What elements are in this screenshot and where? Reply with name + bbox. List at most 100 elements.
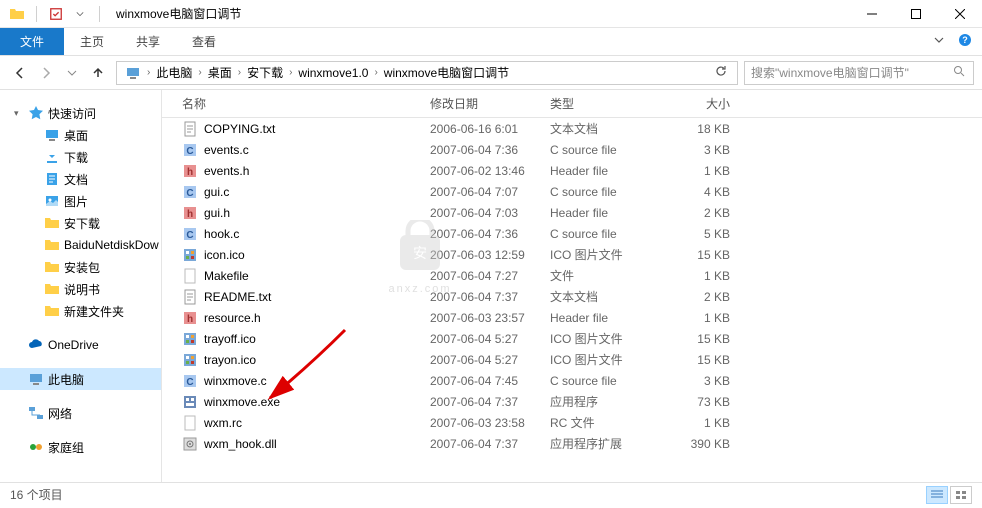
svg-text:C: C xyxy=(186,230,193,241)
file-icon xyxy=(182,394,198,410)
file-list-pane: 名称 修改日期 类型 大小 COPYING.txt 2006-06-16 6:0… xyxy=(162,90,982,482)
file-name: wxm.rc xyxy=(204,416,242,430)
sidebar-this-pc[interactable]: ▸ 此电脑 xyxy=(0,368,161,390)
file-row[interactable]: trayon.ico 2007-06-04 5:27 ICO 图片文件 15 K… xyxy=(162,349,982,370)
tab-home[interactable]: 主页 xyxy=(64,28,120,55)
file-type: ICO 图片文件 xyxy=(542,246,662,263)
view-large-icons-button[interactable] xyxy=(950,486,972,504)
minimize-button[interactable] xyxy=(850,0,894,28)
file-row[interactable]: hgui.h 2007-06-04 7:03 Header file 2 KB xyxy=(162,202,982,223)
sidebar-item-5[interactable]: BaiduNetdiskDow xyxy=(0,234,161,256)
close-button[interactable] xyxy=(938,0,982,28)
sidebar-item-6[interactable]: 安装包 xyxy=(0,256,161,278)
document-icon xyxy=(44,171,60,187)
breadcrumb[interactable]: › 此电脑› 桌面› 安下载› winxmove1.0› winxmove电脑窗… xyxy=(116,61,738,85)
star-icon xyxy=(28,105,44,121)
tab-view[interactable]: 查看 xyxy=(176,28,232,55)
sidebar-item-7[interactable]: 说明书 xyxy=(0,278,161,300)
file-name: COPYING.txt xyxy=(204,122,275,136)
sidebar-onedrive[interactable]: ▸ OneDrive xyxy=(0,334,161,356)
file-row[interactable]: Cevents.c 2007-06-04 7:36 C source file … xyxy=(162,139,982,160)
file-icon xyxy=(182,247,198,263)
file-name: trayon.ico xyxy=(204,353,256,367)
breadcrumb-seg-1[interactable]: 桌面 xyxy=(204,64,236,81)
breadcrumb-seg-0[interactable]: 此电脑 xyxy=(152,64,196,81)
file-icon xyxy=(182,121,198,137)
file-type: 应用程序扩展 xyxy=(542,435,662,452)
nav-history-dropdown[interactable] xyxy=(60,61,84,85)
folder-icon xyxy=(8,5,26,23)
nav-forward-button[interactable] xyxy=(34,61,58,85)
header-size[interactable]: 大小 xyxy=(662,95,742,112)
breadcrumb-seg-4[interactable]: winxmove电脑窗口调节 xyxy=(380,64,513,81)
breadcrumb-seg-3[interactable]: winxmove1.0 xyxy=(294,66,372,80)
file-size: 15 KB xyxy=(662,248,742,262)
pc-icon[interactable] xyxy=(121,65,145,81)
tab-file[interactable]: 文件 xyxy=(0,28,64,55)
file-row[interactable]: Makefile 2007-06-04 7:27 文件 1 KB xyxy=(162,265,982,286)
file-date: 2007-06-04 5:27 xyxy=(422,332,542,346)
file-type: ICO 图片文件 xyxy=(542,330,662,347)
nav-back-button[interactable] xyxy=(8,61,32,85)
tab-share[interactable]: 共享 xyxy=(120,28,176,55)
file-type: 文件 xyxy=(542,267,662,284)
svg-text:h: h xyxy=(187,209,193,220)
sidebar-item-0[interactable]: 桌面 xyxy=(0,124,161,146)
file-row[interactable]: Chook.c 2007-06-04 7:36 C source file 5 … xyxy=(162,223,982,244)
header-name[interactable]: 名称 xyxy=(162,95,422,112)
file-size: 15 KB xyxy=(662,332,742,346)
ribbon-expand-icon[interactable] xyxy=(932,33,946,50)
svg-text:h: h xyxy=(187,167,193,178)
sidebar-item-2[interactable]: 文档 xyxy=(0,168,161,190)
folder-icon xyxy=(44,303,60,319)
file-row[interactable]: icon.ico 2007-06-03 12:59 ICO 图片文件 15 KB xyxy=(162,244,982,265)
properties-icon[interactable] xyxy=(47,5,65,23)
file-size: 5 KB xyxy=(662,227,742,241)
desktop-icon xyxy=(44,127,60,143)
search-box[interactable]: 搜索"winxmove电脑窗口调节" xyxy=(744,61,974,85)
svg-text:C: C xyxy=(186,146,193,157)
sidebar-network[interactable]: ▸ 网络 xyxy=(0,402,161,424)
file-icon xyxy=(182,352,198,368)
file-name: gui.h xyxy=(204,206,230,220)
file-date: 2007-06-04 7:37 xyxy=(422,395,542,409)
file-type: C source file xyxy=(542,374,662,388)
file-row[interactable]: winxmove.exe 2007-06-04 7:37 应用程序 73 KB xyxy=(162,391,982,412)
file-date: 2007-06-02 13:46 xyxy=(422,164,542,178)
file-type: ICO 图片文件 xyxy=(542,351,662,368)
header-type[interactable]: 类型 xyxy=(542,95,662,112)
sidebar-item-4[interactable]: 安下载 xyxy=(0,212,161,234)
file-date: 2007-06-04 7:27 xyxy=(422,269,542,283)
file-type: Header file xyxy=(542,206,662,220)
view-details-button[interactable] xyxy=(926,486,948,504)
breadcrumb-seg-2[interactable]: 安下载 xyxy=(243,64,287,81)
sidebar-item-8[interactable]: 新建文件夹 xyxy=(0,300,161,322)
file-row[interactable]: hevents.h 2007-06-02 13:46 Header file 1… xyxy=(162,160,982,181)
file-size: 1 KB xyxy=(662,311,742,325)
pc-icon xyxy=(28,371,44,387)
file-icon: C xyxy=(182,184,198,200)
file-row[interactable]: hresource.h 2007-06-03 23:57 Header file… xyxy=(162,307,982,328)
sidebar-item-3[interactable]: 图片 xyxy=(0,190,161,212)
file-row[interactable]: COPYING.txt 2006-06-16 6:01 文本文档 18 KB xyxy=(162,118,982,139)
refresh-icon[interactable] xyxy=(709,65,733,80)
search-placeholder: 搜索"winxmove电脑窗口调节" xyxy=(751,64,953,81)
file-row[interactable]: README.txt 2007-06-04 7:37 文本文档 2 KB xyxy=(162,286,982,307)
file-row[interactable]: wxm_hook.dll 2007-06-04 7:37 应用程序扩展 390 … xyxy=(162,433,982,454)
sidebar-item-1[interactable]: 下载 xyxy=(0,146,161,168)
nav-up-button[interactable] xyxy=(86,61,110,85)
header-date[interactable]: 修改日期 xyxy=(422,95,542,112)
file-type: C source file xyxy=(542,185,662,199)
maximize-button[interactable] xyxy=(894,0,938,28)
qat-dropdown-icon[interactable] xyxy=(71,5,89,23)
file-row[interactable]: Cgui.c 2007-06-04 7:07 C source file 4 K… xyxy=(162,181,982,202)
file-date: 2007-06-04 7:03 xyxy=(422,206,542,220)
help-icon[interactable]: ? xyxy=(958,33,972,50)
search-icon[interactable] xyxy=(953,65,965,80)
file-row[interactable]: Cwinxmove.c 2007-06-04 7:45 C source fil… xyxy=(162,370,982,391)
sidebar-quick-access[interactable]: ▾ 快速访问 xyxy=(0,102,161,124)
file-row[interactable]: wxm.rc 2007-06-03 23:58 RC 文件 1 KB xyxy=(162,412,982,433)
sidebar-homegroup[interactable]: ▸ 家庭组 xyxy=(0,436,161,458)
file-row[interactable]: trayoff.ico 2007-06-04 5:27 ICO 图片文件 15 … xyxy=(162,328,982,349)
file-size: 1 KB xyxy=(662,164,742,178)
